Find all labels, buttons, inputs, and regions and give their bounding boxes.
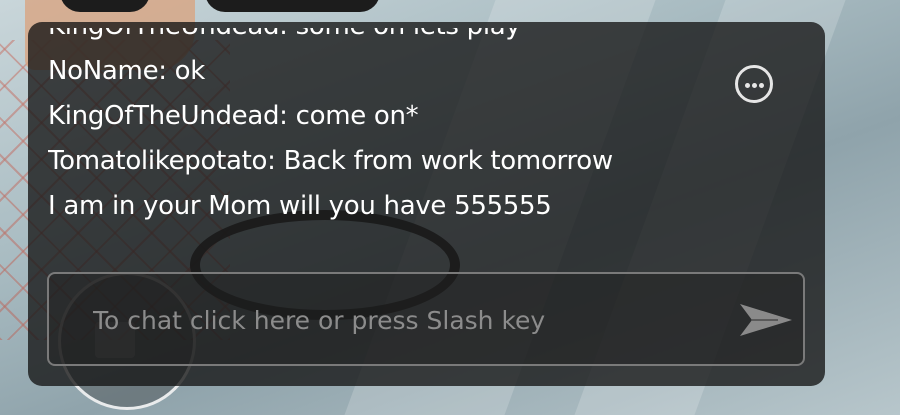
more-options-icon (752, 83, 757, 88)
chat-input[interactable] (93, 301, 713, 339)
more-options-button[interactable] (735, 65, 773, 103)
top-hud-button[interactable] (205, 0, 380, 12)
chat-message: NoName: ok (48, 56, 206, 86)
top-hud-button[interactable] (60, 0, 150, 12)
chat-message: I am in your Mom will you have 555555 (48, 191, 552, 221)
more-options-icon (759, 83, 764, 88)
chat-window: KingOfTheUndead: some on lets play NoNam… (28, 22, 825, 386)
chat-input-container[interactable] (47, 272, 805, 366)
more-options-icon (745, 83, 750, 88)
chat-message: KingOfTheUndead: some on lets play (48, 28, 748, 49)
chat-message: KingOfTheUndead: come on* (48, 101, 419, 131)
chat-log[interactable]: KingOfTheUndead: some on lets play NoNam… (48, 28, 748, 263)
chat-message: Tomatolikepotato: Back from work tomorro… (48, 146, 613, 176)
send-arrow-icon[interactable] (738, 300, 794, 340)
